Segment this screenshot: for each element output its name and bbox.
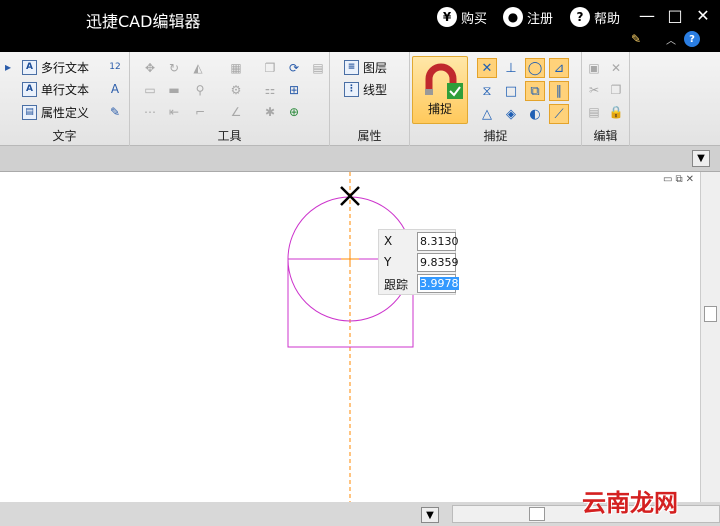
coord-row-x: X 8.3130 — [379, 231, 459, 251]
question-icon: ? — [570, 7, 590, 27]
title-bar: 迅捷CAD编辑器 ¥ 购买 ● 注册 ? 帮助 — □ ✕ ✎ ︿ ? — [0, 0, 720, 52]
copy-icon[interactable]: ❐ — [608, 82, 624, 98]
linetype-icon: ⋮ — [344, 81, 359, 97]
corner-icon[interactable]: ⌐ — [192, 104, 208, 120]
y-input[interactable]: 9.8359 — [417, 253, 459, 272]
search-tool-icon[interactable]: ⚲ — [192, 82, 208, 98]
move-icon[interactable]: ✥ — [142, 60, 158, 76]
array-icon[interactable]: ⚏ — [262, 82, 278, 98]
folder-icon[interactable]: ▬ — [166, 82, 182, 98]
drawing-canvas[interactable]: ▭ ⧉ ✕ — [0, 172, 700, 502]
linetype-button[interactable]: ⋮ 线型 — [344, 79, 387, 99]
group-edit: ▣ ✕ ✂ ❐ ▤ 🔒 编辑 — [582, 52, 630, 146]
add-icon[interactable]: ⊕ — [286, 104, 302, 120]
register-label: 注册 — [527, 11, 554, 27]
watermark-text: 云南龙网 — [582, 489, 678, 517]
text-button[interactable]: A 单行文本 — [22, 79, 89, 99]
edit-text-icon[interactable]: ✎ — [107, 104, 123, 120]
snap-overlap-icon[interactable]: ⧉ — [525, 81, 545, 101]
horizontal-scroll-thumb[interactable] — [529, 507, 545, 521]
chevron-down-icon[interactable]: ▼ — [692, 150, 710, 167]
snap-quadrant-icon[interactable]: ◈ — [501, 104, 521, 124]
snap-toggle-label: 捕捉 — [427, 102, 452, 116]
snap-perpendicular-icon[interactable]: ⊥ — [501, 58, 521, 78]
snap-parallel-icon[interactable]: ∥ — [549, 81, 569, 101]
snap-toggle-button[interactable]: 捕捉 — [412, 56, 468, 124]
delete-icon[interactable]: ✕ — [608, 60, 624, 76]
block-icon[interactable]: ▦ — [228, 60, 244, 76]
drawing-geometry — [287, 172, 414, 502]
user-icon: ● — [503, 7, 523, 27]
snap-midpoint-icon[interactable]: △ — [477, 104, 497, 124]
buy-label: 购买 — [461, 11, 488, 27]
offset-icon[interactable]: ⇤ — [166, 104, 182, 120]
group-text-label: 文字 — [52, 129, 77, 143]
link-icon[interactable]: ⊞ — [286, 82, 302, 98]
group-tools: ✥ ↻ ◭ ▦ ❐ ⟳ ▤ ▭ ▬ ⚲ ⚏ ⊞ ⋯ ⇤ ⌐ ⚙ ∠ ✱ ⊕ 工具 — [130, 52, 330, 146]
refresh-icon[interactable]: ⟳ — [286, 60, 302, 76]
register-button[interactable]: ● 注册 — [503, 6, 553, 28]
mtext-button[interactable]: A 多行文本 — [22, 57, 89, 77]
group-edit-label: 编辑 — [593, 129, 618, 143]
edit-note-icon[interactable]: ✎ — [628, 31, 644, 47]
layout-dropdown-icon[interactable]: ▼ — [421, 507, 439, 523]
mtext-icon: A — [22, 59, 37, 75]
explode-icon[interactable]: ✱ — [262, 104, 278, 120]
text-style-icon[interactable]: A — [107, 81, 123, 97]
help-button[interactable]: ? 帮助 — [570, 6, 620, 28]
layer-icon: ≡ — [344, 59, 359, 75]
buy-button[interactable]: ¥ 购买 — [437, 6, 487, 28]
dots-icon[interactable]: ⋯ — [142, 104, 158, 120]
layer-button[interactable]: ≡ 图层 — [344, 57, 387, 77]
chevron-up-icon[interactable]: ︿ — [663, 31, 679, 47]
copy-tool-icon[interactable]: ❐ — [262, 60, 278, 76]
rotate-icon[interactable]: ↻ — [166, 60, 182, 76]
group-props: ≡ 图层 ⋮ 线型 属性 — [330, 52, 410, 146]
maximize-button[interactable]: □ — [664, 4, 686, 26]
coord-row-y: Y 9.8359 — [379, 252, 459, 272]
mirror-icon[interactable]: ◭ — [190, 60, 206, 76]
rect-tool-icon[interactable]: ▭ — [142, 82, 158, 98]
minimize-button[interactable]: — — [636, 4, 658, 26]
attdef-button[interactable]: ▤ 属性定义 — [22, 102, 89, 122]
snap-nearest-icon[interactable]: ⟋ — [549, 104, 569, 124]
tab-strip: ▼ — [0, 146, 720, 172]
app-window: 迅捷CAD编辑器 ¥ 购买 ● 注册 ? 帮助 — □ ✕ ✎ ︿ ? A 多行… — [0, 0, 720, 526]
vertical-scroll-thumb[interactable] — [704, 306, 717, 322]
coordinate-input-popup: X 8.3130 Y 9.8359 跟踪 3.9978 — [378, 229, 459, 295]
snap-tangent-icon[interactable]: ⊿ — [549, 58, 569, 78]
text-icon: A — [22, 81, 37, 97]
help-circle-icon[interactable]: ? — [684, 31, 700, 47]
text-left-icon[interactable]: ▸ — [0, 59, 16, 75]
angle-icon[interactable]: ∠ — [228, 104, 244, 120]
x-input[interactable]: 8.3130 — [417, 232, 459, 251]
yen-icon: ¥ — [437, 7, 457, 27]
number-icon[interactable]: 12 — [107, 59, 123, 75]
snap-intersection-icon[interactable]: ✕ — [477, 58, 497, 78]
vertical-scrollbar[interactable] — [700, 172, 720, 502]
scale-icon[interactable]: ⚙ — [228, 82, 244, 98]
close-button[interactable]: ✕ — [692, 4, 714, 26]
clipboard-icon[interactable]: ▤ — [586, 104, 602, 120]
attdef-icon: ▤ — [22, 104, 37, 120]
snap-node-icon[interactable]: ◐ — [525, 104, 545, 124]
group-props-label: 属性 — [357, 129, 382, 143]
track-input[interactable]: 3.9978 — [417, 274, 459, 293]
group-text: A 多行文本 A 单行文本 ▤ 属性定义 12 A ✎ ▸ 文字 — [0, 52, 130, 146]
app-title: 迅捷CAD编辑器 — [86, 12, 201, 31]
snap-apparent-icon[interactable]: ⧖ — [477, 81, 497, 101]
cut-icon[interactable]: ✂ — [586, 82, 602, 98]
lock-icon[interactable]: 🔒 — [608, 104, 624, 120]
group-tools-label: 工具 — [217, 129, 242, 143]
coord-row-track: 跟踪 3.9978 — [379, 273, 459, 293]
group-snap-label: 捕捉 — [483, 129, 508, 143]
help-label: 帮助 — [594, 11, 621, 27]
snap-center-icon[interactable]: ◯ — [525, 58, 545, 78]
paste-icon[interactable]: ▣ — [586, 60, 602, 76]
snap-square-icon[interactable]: □ — [501, 81, 521, 101]
ribbon: A 多行文本 A 单行文本 ▤ 属性定义 12 A ✎ ▸ 文字 ✥ ↻ ◭ ▦… — [0, 52, 720, 146]
list-icon[interactable]: ▤ — [310, 60, 326, 76]
